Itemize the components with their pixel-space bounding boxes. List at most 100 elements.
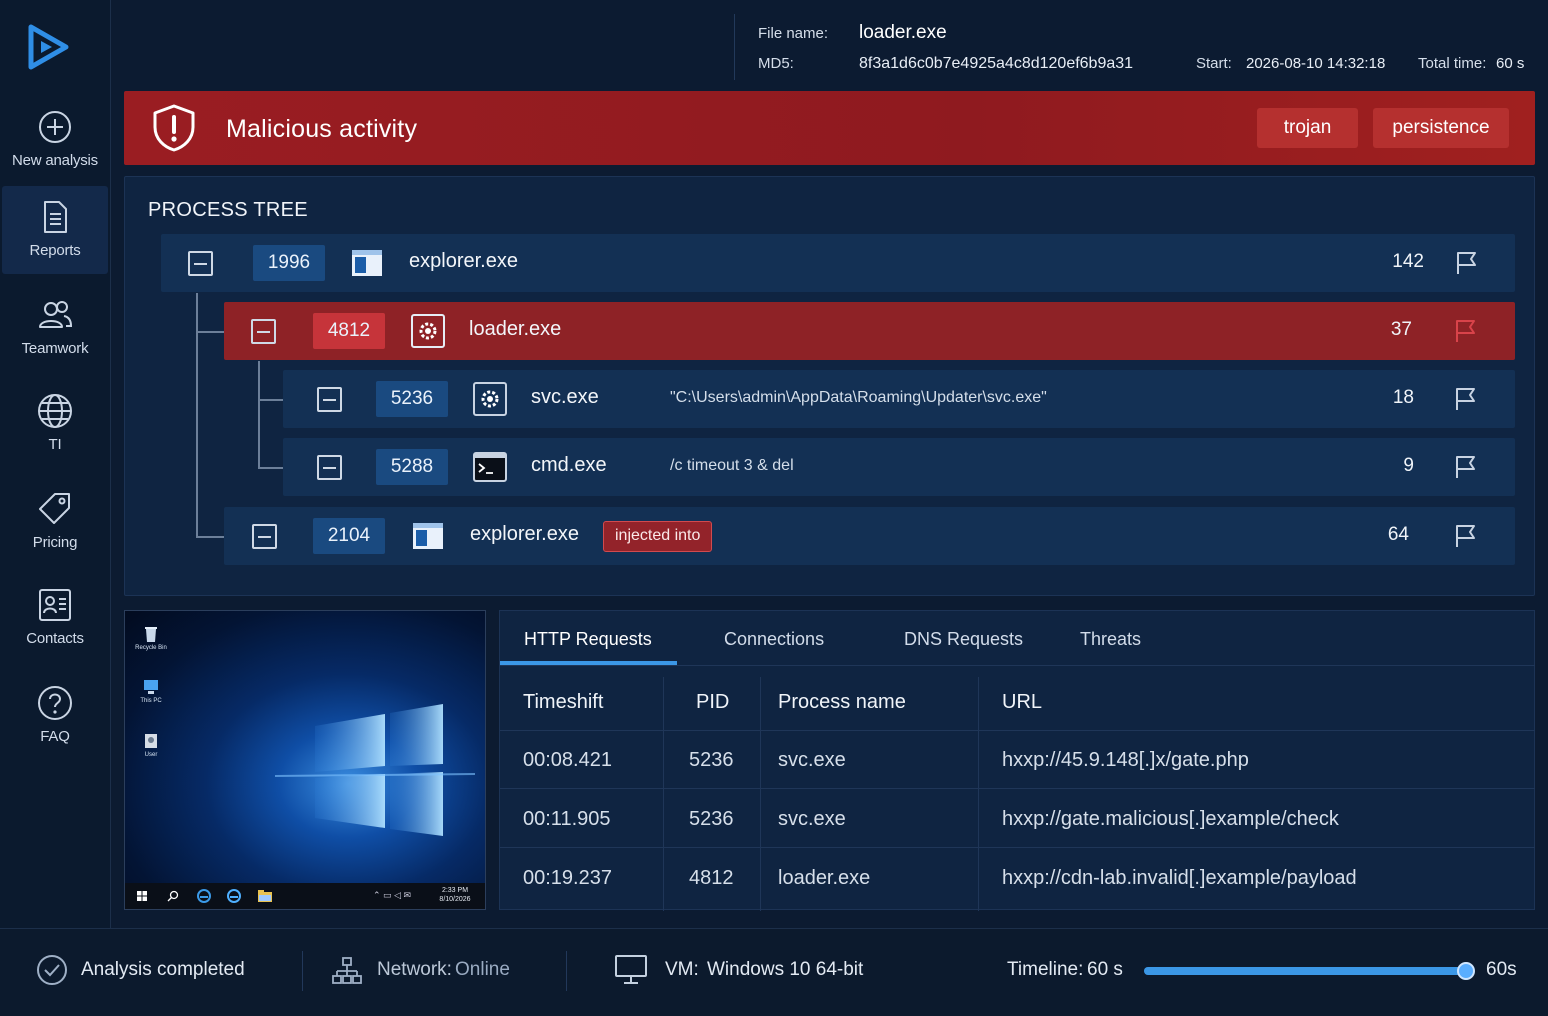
cell-process: loader.exe — [778, 867, 871, 889]
collapse-button[interactable] — [188, 251, 213, 276]
process-tree-title: PROCESS TREE — [148, 199, 308, 221]
process-name: svc.exe — [531, 386, 599, 408]
cell-process: svc.exe — [778, 808, 846, 830]
pid-badge: 1996 — [253, 245, 325, 281]
column-divider — [663, 677, 664, 911]
start-icon[interactable] — [137, 891, 147, 901]
monitor-icon — [615, 955, 647, 984]
vm-value: Windows 10 64-bit — [707, 959, 864, 980]
flag-icon[interactable] — [1454, 523, 1478, 549]
document-icon — [44, 201, 67, 233]
file-name-value: loader.exe — [859, 22, 947, 43]
analysis-status: Analysis completed — [81, 959, 245, 980]
process-row[interactable]: 1996 explorer.exe 142 — [161, 234, 1515, 292]
tree-connector — [258, 467, 284, 469]
process-row[interactable]: 5236 svc.exe "C:\Users\admin\AppData\Roa… — [283, 370, 1515, 428]
column-divider — [760, 677, 761, 911]
pid-badge: 5236 — [376, 381, 448, 417]
sidebar-item-pricing[interactable]: Pricing — [2, 478, 108, 566]
alert-title: Malicious activity — [226, 115, 418, 143]
pid-badge: 4812 — [313, 313, 385, 349]
flag-icon[interactable] — [1454, 318, 1478, 344]
timeline-slider[interactable] — [1144, 962, 1475, 980]
column-header-pid[interactable]: PID — [696, 691, 729, 714]
network-label: Network: — [377, 959, 452, 980]
process-name: loader.exe — [469, 318, 562, 340]
search-icon[interactable] — [167, 890, 179, 902]
sidebar-item-teamwork[interactable]: Teamwork — [2, 284, 108, 372]
app-root: New analysis Reports Teamwork TI Pricing… — [0, 0, 1548, 1016]
users-icon — [39, 301, 73, 328]
tag-persistence[interactable]: persistence — [1373, 108, 1509, 148]
flag-icon[interactable] — [1455, 250, 1479, 276]
cell-timeshift: 00:11.905 — [523, 808, 611, 830]
column-header-url[interactable]: URL — [1002, 691, 1042, 714]
sidebar-item-new-analysis[interactable]: New analysis — [2, 96, 108, 184]
process-row[interactable]: 5288 cmd.exe /c timeout 3 & del 9 — [283, 438, 1515, 496]
process-row-malicious[interactable]: 4812 loader.exe 37 — [224, 302, 1515, 360]
sidebar-item-label: Teamwork — [21, 340, 89, 357]
desktop-icon-this-pc[interactable]: This PC — [131, 678, 171, 704]
collapse-button[interactable] — [252, 524, 277, 549]
tree-connector — [196, 331, 224, 333]
process-command-line: /c timeout 3 & del — [670, 457, 794, 474]
cell-pid: 5236 — [689, 808, 734, 830]
collapse-button[interactable] — [251, 319, 276, 344]
column-header-timeshift[interactable]: Timeshift — [523, 691, 603, 714]
sidebar-item-reports[interactable]: Reports — [2, 186, 108, 274]
ie-icon[interactable] — [227, 889, 241, 903]
md5-label: MD5: — [758, 55, 794, 72]
collapse-button[interactable] — [317, 455, 342, 480]
process-name: explorer.exe — [470, 523, 579, 545]
event-count: 37 — [1390, 319, 1412, 340]
flag-icon[interactable] — [1454, 386, 1478, 412]
tab-http-requests[interactable]: HTTP Requests — [524, 629, 652, 650]
network-panel: HTTP Requests Connections DNS Requests T… — [499, 610, 1535, 911]
start-value: 2026-08-10 14:32:18 — [1246, 55, 1386, 72]
sidebar-item-label: Contacts — [26, 630, 84, 647]
vm-screenshot[interactable]: Recycle Bin This PC User ⌃ ▭ ◁ ✉ 2:33 PM… — [124, 610, 486, 910]
recycle-bin-icon — [145, 627, 157, 642]
process-name: explorer.exe — [409, 250, 518, 272]
tab-threats[interactable]: Threats — [1080, 629, 1141, 650]
network-icon — [332, 957, 362, 984]
desktop-icon-label: Recycle Bin — [135, 645, 167, 651]
event-count: 9 — [1403, 455, 1414, 476]
tag-trojan[interactable]: trojan — [1257, 108, 1358, 148]
vm-taskbar: ⌃ ▭ ◁ ✉ 2:33 PM 8/10/2026 — [125, 883, 485, 909]
tab-dns-requests[interactable]: DNS Requests — [904, 629, 1023, 650]
plus-circle-icon — [39, 111, 71, 143]
status-bar: Analysis completed Network: Online VM: W… — [0, 928, 1548, 1016]
tag-icon — [39, 493, 70, 524]
globe-icon — [38, 394, 72, 428]
timeline-label: Timeline: — [1007, 959, 1084, 980]
tab-connections[interactable]: Connections — [724, 629, 824, 650]
desktop-icon-label: This PC — [140, 698, 162, 704]
sidebar-item-ti[interactable]: TI — [2, 380, 108, 468]
md5-value: 8f3a1d6c0b7e4925a4c8d120ef6b9a31 — [859, 55, 1134, 72]
file-name-label: File name: — [758, 25, 829, 42]
event-count: 64 — [1387, 524, 1409, 545]
desktop-icon-user[interactable]: User — [131, 732, 171, 758]
sidebar-item-faq[interactable]: FAQ — [2, 672, 108, 760]
process-tree-panel: PROCESS TREE 1996 explorer.exe 142 4812 … — [124, 176, 1535, 596]
sidebar-item-label: TI — [48, 436, 62, 453]
app-logo-icon[interactable] — [22, 22, 72, 72]
cell-url: hxxp://cdn-lab.invalid[.]example/payload — [1002, 867, 1357, 889]
row-divider — [500, 847, 1535, 848]
network-status: Online — [455, 959, 510, 980]
flag-icon[interactable] — [1454, 454, 1478, 480]
file-explorer-icon[interactable] — [258, 890, 272, 902]
sidebar-item-label: FAQ — [40, 728, 70, 745]
sidebar-item-contacts[interactable]: Contacts — [2, 574, 108, 662]
process-row[interactable]: 2104 explorer.exe injected into 64 — [224, 507, 1515, 565]
desktop-icon-recycle-bin[interactable]: Recycle Bin — [131, 625, 171, 651]
timeline-slider-handle[interactable] — [1457, 962, 1475, 980]
shield-alert-icon — [153, 104, 195, 152]
injected-into-tag: injected into — [603, 521, 713, 552]
malicious-alert-banner: Malicious activity trojan persistence — [124, 91, 1535, 165]
edge-icon[interactable] — [197, 889, 211, 903]
column-header-process-name[interactable]: Process name — [778, 691, 906, 714]
collapse-button[interactable] — [317, 387, 342, 412]
tree-connector — [258, 399, 284, 401]
